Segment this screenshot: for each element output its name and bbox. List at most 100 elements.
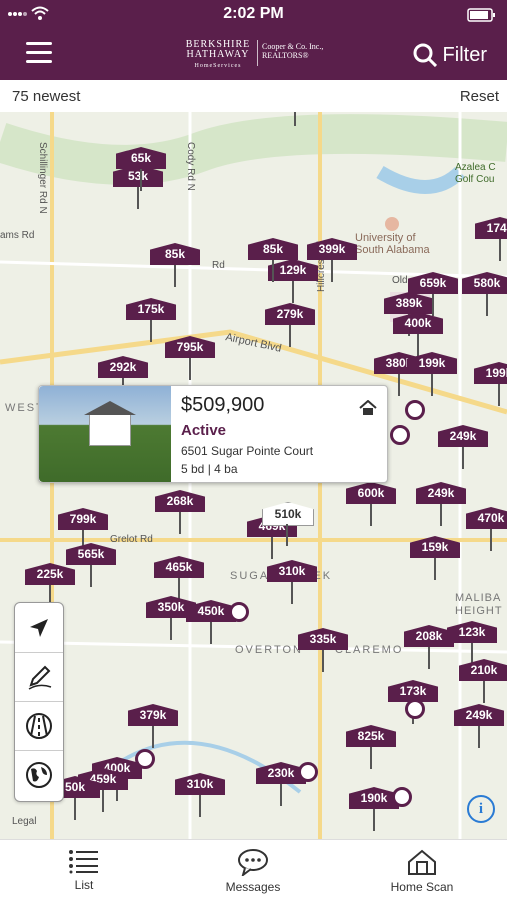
cluster-dot[interactable] — [298, 762, 318, 782]
price-pin-label: 400k — [393, 312, 443, 334]
map-label: Schillinger Rd N — [37, 142, 48, 214]
price-pin-label: 159k — [410, 536, 460, 558]
listing-beds-baths: 5 bd | 4 ba — [181, 462, 238, 476]
listing-status: Active — [181, 422, 227, 439]
home-scan-icon — [408, 849, 436, 875]
price-pin[interactable]: 85k — [150, 243, 200, 293]
price-pin-stem — [150, 320, 152, 342]
listing-price: $509,900 — [181, 394, 265, 416]
cluster-dot[interactable] — [135, 749, 155, 769]
price-pin[interactable]: 199k — [407, 352, 457, 402]
house-icon — [359, 400, 377, 415]
location-arrow-icon — [30, 618, 48, 637]
cluster-dot[interactable] — [392, 787, 412, 807]
price-pin-label: 174k — [475, 217, 507, 239]
price-pin-label: 268k — [155, 490, 205, 512]
tab-list[interactable]: List — [29, 848, 139, 898]
price-pin-stem — [370, 504, 372, 526]
price-pin[interactable]: 210k — [459, 659, 507, 709]
price-pin[interactable]: 335k — [298, 628, 348, 678]
cluster-dot[interactable] — [405, 400, 425, 420]
price-pin[interactable]: 310k — [175, 773, 225, 823]
results-bar: 75 newest Reset — [0, 80, 507, 113]
price-pin-stem — [152, 726, 154, 748]
price-pin[interactable]: 510k — [262, 502, 314, 552]
tab-messages[interactable]: Messages — [198, 848, 308, 898]
price-pin[interactable]: 159k — [410, 536, 460, 586]
price-pin[interactable]: 580k — [462, 272, 507, 322]
price-pin-label: 510k — [262, 502, 314, 526]
price-pin-stem — [428, 647, 430, 669]
price-pin[interactable]: 249k — [454, 704, 504, 754]
pencil-icon — [28, 665, 52, 690]
price-pin-stem — [373, 809, 375, 831]
price-pin[interactable]: 600k — [346, 482, 396, 532]
price-pin-label: 210k — [459, 659, 507, 681]
price-pin-stem — [490, 529, 492, 551]
tab-label: List — [74, 878, 94, 892]
price-pin-label: 335k — [298, 628, 348, 650]
price-pin[interactable]: 379k — [128, 704, 178, 754]
price-pin-label: 65k — [116, 147, 166, 169]
price-pin[interactable]: 249k — [438, 425, 488, 475]
price-pin-label: 565k — [66, 543, 116, 565]
price-pin[interactable]: 470k — [466, 507, 507, 557]
cluster-dot[interactable] — [390, 425, 410, 445]
price-pin[interactable]: 174k — [475, 217, 507, 267]
filter-label: Filter — [442, 43, 487, 66]
price-pin[interactable]: 268k — [155, 490, 205, 540]
price-pin-label: 199k — [407, 352, 457, 374]
map-label: Rd — [212, 260, 225, 271]
battery-icon — [467, 8, 495, 22]
price-pin[interactable]: 138k — [270, 112, 320, 132]
menu-icon[interactable] — [26, 42, 52, 64]
price-pin-stem — [370, 747, 372, 769]
price-pin-stem — [102, 790, 104, 812]
price-pin-label: 310k — [267, 560, 317, 582]
price-pin[interactable]: 310k — [267, 560, 317, 610]
cluster-dot[interactable] — [405, 699, 425, 719]
price-pin-stem — [486, 294, 488, 316]
price-pin-stem — [462, 447, 464, 469]
price-pin-label: 292k — [98, 356, 148, 378]
draw-button[interactable] — [15, 652, 63, 702]
price-pin-stem — [174, 265, 176, 287]
price-pin[interactable]: 65k — [116, 147, 166, 197]
listing-callout[interactable]: $509,900 Active 6501 Sugar Pointe Court … — [38, 385, 388, 483]
price-pin-label: 249k — [416, 482, 466, 504]
cluster-dot[interactable] — [229, 602, 249, 622]
price-pin[interactable]: 825k — [346, 725, 396, 775]
map-view[interactable]: Schillinger Rd N Cody Rd N Airport Blvd … — [0, 112, 507, 839]
tab-bar: List Messages Home Scan — [0, 839, 507, 901]
price-pin-label: 199k — [474, 362, 507, 384]
brand-logo: BERKSHIRE HATHAWAY HomeServices Cooper & C… — [185, 39, 324, 70]
clock: 2:02 PM — [223, 5, 284, 22]
price-pin[interactable]: 279k — [265, 303, 315, 353]
price-pin-stem — [440, 504, 442, 526]
price-pin-stem — [199, 795, 201, 817]
price-pin-stem — [498, 384, 500, 406]
road-layer-button[interactable] — [15, 701, 63, 751]
map-label: Old — [392, 275, 408, 286]
price-pin-label: 600k — [346, 482, 396, 504]
price-pin-label: 123k — [447, 621, 497, 643]
map-label: OVERTON — [235, 644, 303, 656]
globe-layer-button[interactable] — [15, 750, 63, 799]
price-pin[interactable]: 450k — [186, 600, 236, 650]
price-pin-stem — [140, 169, 142, 191]
tab-home-scan[interactable]: Home Scan — [367, 848, 477, 898]
legal-link[interactable]: Legal — [12, 816, 36, 827]
price-pin[interactable]: 85k — [248, 238, 298, 288]
price-pin-label: 225k — [25, 563, 75, 585]
reset-button[interactable]: Reset — [460, 88, 499, 105]
filter-button[interactable]: Filter — [413, 40, 487, 70]
price-pin[interactable]: 199k — [474, 362, 507, 412]
messages-icon — [238, 849, 268, 876]
info-icon[interactable]: i — [467, 795, 495, 823]
price-pin[interactable]: 249k — [416, 482, 466, 532]
price-pin[interactable]: 795k — [165, 336, 215, 386]
locate-button[interactable] — [15, 603, 63, 653]
price-pin-label: 825k — [346, 725, 396, 747]
globe-icon — [26, 761, 52, 788]
price-pin-label: 279k — [265, 303, 315, 325]
